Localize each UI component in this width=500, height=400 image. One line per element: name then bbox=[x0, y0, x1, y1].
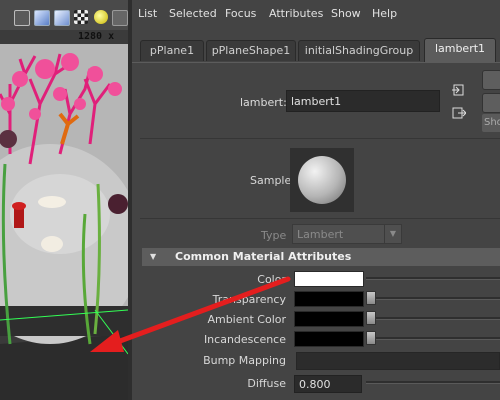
attr-incandescence-row: Incandescence bbox=[132, 331, 500, 349]
notes-button[interactable] bbox=[482, 70, 500, 90]
tab-lambert1[interactable]: lambert1 bbox=[424, 38, 496, 62]
attr-color-row: Color bbox=[132, 271, 500, 289]
lights-icon[interactable] bbox=[94, 10, 108, 24]
viewport-panel[interactable]: 1280 x bbox=[0, 0, 128, 400]
color-slider-track[interactable] bbox=[366, 277, 500, 280]
scene-graphic bbox=[0, 53, 128, 400]
menu-bar: List Selected Focus Attributes Show Help bbox=[132, 0, 500, 28]
bump-mapping-field[interactable] bbox=[296, 352, 500, 370]
scene-render[interactable] bbox=[0, 44, 128, 400]
resolution-readout: 1280 x bbox=[78, 31, 115, 42]
tab-pplane1[interactable]: pPlane1 bbox=[140, 40, 204, 61]
checker-icon[interactable] bbox=[74, 10, 88, 24]
ambient-slider-handle[interactable] bbox=[366, 311, 376, 325]
menu-selected[interactable]: Selected bbox=[169, 7, 217, 20]
diffuse-slider-track[interactable] bbox=[366, 381, 500, 384]
material-sample-swatch[interactable] bbox=[290, 148, 354, 212]
type-value: Lambert bbox=[297, 228, 344, 241]
menu-list[interactable]: List bbox=[138, 7, 157, 20]
attr-color-label: Color bbox=[257, 273, 286, 286]
node-name-field[interactable]: lambert1 bbox=[286, 90, 440, 112]
type-label: Type bbox=[261, 229, 287, 242]
attr-incandescence-label: Incandescence bbox=[203, 333, 286, 346]
transparency-slider-handle[interactable] bbox=[366, 291, 376, 305]
viewport-toolbar bbox=[0, 0, 128, 30]
attr-ambient-row: Ambient Color bbox=[132, 311, 500, 329]
node-type-label: lambert: bbox=[240, 96, 287, 109]
menu-help[interactable]: Help bbox=[372, 7, 397, 20]
separator bbox=[140, 138, 500, 139]
type-dropdown: Lambert ▼ bbox=[292, 224, 402, 244]
tabs-baseline bbox=[132, 62, 500, 63]
attr-ambient-label: Ambient Color bbox=[207, 313, 286, 326]
color-swatch[interactable] bbox=[294, 271, 364, 287]
sample-label: Sample bbox=[250, 174, 292, 187]
attr-transparency-row: Transparency bbox=[132, 291, 500, 309]
menu-focus[interactable]: Focus bbox=[225, 7, 256, 20]
transparency-slider-track[interactable] bbox=[366, 297, 500, 300]
common-material-attributes-header[interactable]: ▼ Common Material Attributes bbox=[142, 248, 500, 266]
incandescence-swatch[interactable] bbox=[294, 331, 364, 347]
smooth-shade-icon[interactable] bbox=[34, 10, 50, 26]
node-tabs: pPlane1 pPlaneShape1 initialShadingGroup… bbox=[132, 38, 500, 62]
wireframe-icon[interactable] bbox=[14, 10, 30, 26]
attribute-editor: List Selected Focus Attributes Show Help… bbox=[132, 0, 500, 400]
tab-pplaneshape1[interactable]: pPlaneShape1 bbox=[206, 40, 296, 61]
ambient-color-swatch[interactable] bbox=[294, 311, 364, 327]
section-title: Common Material Attributes bbox=[175, 250, 352, 263]
menu-attributes[interactable]: Attributes bbox=[269, 7, 323, 20]
tab-initialshadinggroup[interactable]: initialShadingGroup bbox=[298, 40, 420, 61]
attr-bump-row: Bump Mapping bbox=[132, 352, 500, 370]
attr-transparency-label: Transparency bbox=[212, 293, 286, 306]
attr-diffuse-label: Diffuse bbox=[247, 377, 286, 390]
show-button[interactable]: Sho bbox=[482, 114, 500, 132]
incandescence-slider-handle[interactable] bbox=[366, 331, 376, 345]
more-icon[interactable] bbox=[112, 10, 128, 26]
textured-icon[interactable] bbox=[54, 10, 70, 26]
menu-show[interactable]: Show bbox=[331, 7, 361, 20]
presets-button[interactable] bbox=[482, 93, 500, 113]
focus-input-icon[interactable] bbox=[452, 83, 466, 97]
separator bbox=[140, 218, 500, 219]
focus-output-icon[interactable] bbox=[452, 106, 466, 120]
incandescence-slider-track[interactable] bbox=[366, 337, 500, 340]
chevron-down-icon: ▼ bbox=[384, 225, 401, 243]
sample-sphere bbox=[298, 156, 346, 204]
attr-bump-label: Bump Mapping bbox=[203, 354, 286, 367]
transparency-swatch[interactable] bbox=[294, 291, 364, 307]
ambient-slider-track[interactable] bbox=[366, 317, 500, 320]
collapse-triangle-icon[interactable]: ▼ bbox=[150, 248, 156, 266]
attr-diffuse-row: Diffuse 0.800 bbox=[132, 375, 500, 393]
diffuse-value-field[interactable]: 0.800 bbox=[294, 375, 362, 393]
